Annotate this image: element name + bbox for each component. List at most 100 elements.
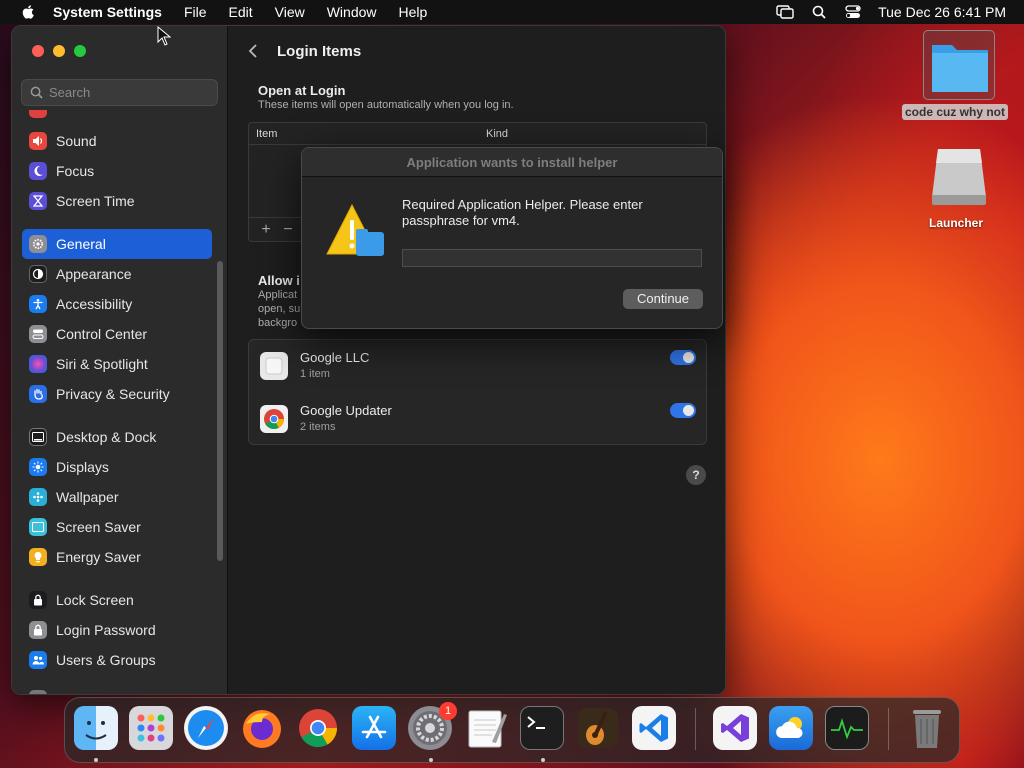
garageband-icon[interactable] bbox=[576, 706, 620, 750]
sidebar-item-label: Wallpaper bbox=[56, 489, 119, 505]
window-controls bbox=[32, 45, 95, 57]
list-item: Google Updater 2 items bbox=[249, 393, 706, 446]
sidebar-item-displays[interactable]: Displays bbox=[22, 452, 212, 482]
sidebar-item-label: Siri & Spotlight bbox=[56, 356, 148, 372]
sidebar-search-field[interactable]: Search bbox=[21, 79, 218, 106]
desktop-folder[interactable] bbox=[923, 30, 995, 100]
remove-item-button[interactable]: − bbox=[277, 221, 299, 239]
menu-edit[interactable]: Edit bbox=[229, 4, 253, 20]
apple-logo-icon[interactable] bbox=[17, 4, 41, 20]
sidebar-item-label: Screen Time bbox=[56, 193, 135, 209]
gear-icon bbox=[29, 235, 47, 253]
allow-background-heading: Allow i bbox=[258, 273, 300, 288]
desktop-folder-label[interactable]: code cuz why not bbox=[902, 104, 1009, 120]
sidebar-item-label: Privacy & Security bbox=[56, 386, 170, 402]
main-pane: Login Items Open at Login These items wi… bbox=[228, 26, 725, 694]
sidebar-item-label: Accessibility bbox=[56, 296, 133, 312]
dialog-title: Application wants to install helper bbox=[302, 148, 722, 177]
help-button[interactable]: ? bbox=[686, 465, 706, 485]
dock-icon bbox=[29, 428, 47, 446]
running-indicator bbox=[94, 758, 98, 762]
screen-mirroring-icon[interactable] bbox=[776, 4, 794, 20]
sidebar-item-login-password[interactable]: Login Password bbox=[22, 615, 212, 645]
sidebar-item-lock-screen[interactable]: Lock Screen bbox=[22, 585, 212, 615]
column-header-kind[interactable]: Kind bbox=[486, 128, 508, 140]
sidebar-item-sound[interactable]: Sound bbox=[22, 126, 212, 156]
sidebar-item-label: Energy Saver bbox=[56, 549, 141, 565]
dock: 1 bbox=[64, 697, 960, 763]
sidebar-item-control-center[interactable]: Control Center bbox=[22, 319, 212, 349]
visual-studio-icon[interactable] bbox=[713, 706, 757, 750]
terminal-icon[interactable] bbox=[520, 706, 564, 750]
search-placeholder: Search bbox=[49, 85, 91, 100]
open-at-login-heading: Open at Login bbox=[258, 83, 346, 98]
minimize-window-button[interactable] bbox=[53, 45, 65, 57]
item-detail: 1 item bbox=[300, 368, 330, 380]
trash-icon[interactable] bbox=[905, 706, 949, 750]
menu-help[interactable]: Help bbox=[399, 4, 428, 20]
sidebar-item-accessibility[interactable]: Accessibility bbox=[22, 289, 212, 319]
users-icon bbox=[29, 651, 47, 669]
continue-button[interactable]: Continue bbox=[623, 289, 703, 309]
menu-window[interactable]: Window bbox=[327, 4, 377, 20]
sidebar-item-focus[interactable]: Focus bbox=[22, 156, 212, 186]
activity-monitor-icon[interactable] bbox=[825, 706, 869, 750]
sidebar-item-label: Focus bbox=[56, 163, 95, 179]
sun-icon bbox=[29, 458, 47, 476]
spotlight-search-icon[interactable] bbox=[810, 4, 828, 20]
chrome-icon bbox=[260, 405, 288, 433]
add-item-button[interactable]: + bbox=[255, 221, 277, 239]
desktop-drive-label[interactable]: Launcher bbox=[929, 216, 983, 230]
sidebar-item-screen-time[interactable]: Screen Time bbox=[22, 186, 212, 216]
running-indicator bbox=[429, 758, 433, 762]
weather-icon[interactable] bbox=[769, 706, 813, 750]
menu-view[interactable]: View bbox=[275, 4, 305, 20]
drive-icon[interactable] bbox=[928, 145, 990, 213]
sidebar-item-wallpaper[interactable]: Wallpaper bbox=[22, 482, 212, 512]
sidebar-item-privacy-security[interactable]: Privacy & Security bbox=[22, 379, 212, 409]
back-chevron-icon[interactable] bbox=[248, 43, 258, 64]
launchpad-icon[interactable] bbox=[129, 706, 173, 750]
dock-divider bbox=[695, 708, 696, 750]
sidebar-item-label: Lock Screen bbox=[56, 592, 134, 608]
partial-sidebar-icon bbox=[29, 690, 47, 694]
menu-file[interactable]: File bbox=[184, 4, 207, 20]
sidebar-item-users-groups[interactable]: Users & Groups bbox=[22, 645, 212, 675]
lightbulb-icon bbox=[29, 548, 47, 566]
sidebar-item-appearance[interactable]: Appearance bbox=[22, 259, 212, 289]
close-window-button[interactable] bbox=[32, 45, 44, 57]
chrome-icon[interactable] bbox=[296, 706, 340, 750]
siri-icon bbox=[29, 355, 47, 373]
sidebar-item-screen-saver[interactable]: Screen Saver bbox=[22, 512, 212, 542]
menu-app-name[interactable]: System Settings bbox=[53, 4, 162, 20]
menu-clock[interactable]: Tue Dec 26 6:41 PM bbox=[878, 4, 1006, 20]
finder-icon[interactable] bbox=[74, 706, 118, 750]
sidebar-item-desktop-dock[interactable]: Desktop & Dock bbox=[22, 422, 212, 452]
app-store-icon[interactable] bbox=[352, 706, 396, 750]
hourglass-icon bbox=[29, 192, 47, 210]
allow-background-subtitle-line: backgro bbox=[258, 317, 298, 329]
column-header-item[interactable]: Item bbox=[256, 128, 277, 140]
passphrase-field[interactable] bbox=[402, 249, 702, 267]
control-center-icon[interactable] bbox=[844, 4, 862, 20]
item-name: Google LLC bbox=[300, 350, 370, 365]
sidebar-list: Sound Focus Screen Time General Appearan… bbox=[22, 126, 212, 675]
accessibility-icon bbox=[29, 295, 47, 313]
sidebar-item-siri-spotlight[interactable]: Siri & Spotlight bbox=[22, 349, 212, 379]
lock-icon bbox=[29, 591, 47, 609]
textedit-icon[interactable] bbox=[464, 706, 508, 750]
google-llc-toggle[interactable] bbox=[670, 350, 696, 365]
system-settings-icon[interactable]: 1 bbox=[408, 702, 457, 750]
zoom-window-button[interactable] bbox=[74, 45, 86, 57]
sidebar-scrollbar[interactable] bbox=[217, 261, 223, 561]
folder-icon bbox=[932, 45, 988, 92]
menu-bar: System Settings File Edit View Window He… bbox=[0, 0, 1024, 24]
google-updater-toggle[interactable] bbox=[670, 403, 696, 418]
vscode-icon[interactable] bbox=[632, 706, 676, 750]
sidebar-item-general[interactable]: General bbox=[22, 229, 212, 259]
safari-icon[interactable] bbox=[184, 706, 228, 750]
sidebar-item-energy-saver[interactable]: Energy Saver bbox=[22, 542, 212, 572]
firefox-icon[interactable] bbox=[240, 706, 284, 750]
page-title: Login Items bbox=[277, 43, 362, 60]
sidebar-item-label: Login Password bbox=[56, 622, 156, 638]
